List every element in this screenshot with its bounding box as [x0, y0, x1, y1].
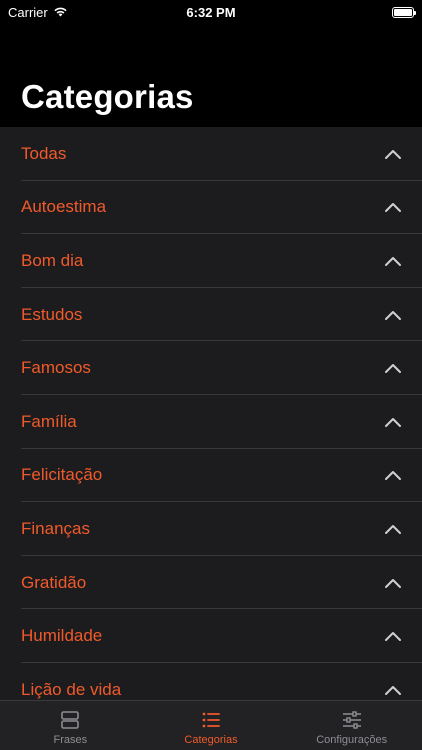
chevron-up-icon	[385, 471, 401, 481]
category-list: Todas Autoestima Bom dia Estudos Famosos…	[0, 127, 422, 700]
category-label: Todas	[21, 143, 67, 163]
category-label: Gratidão	[21, 572, 87, 592]
chevron-up-icon	[385, 256, 401, 266]
chevron-up-icon	[385, 578, 401, 588]
category-row-todas[interactable]: Todas	[0, 127, 422, 181]
chevron-up-icon	[385, 417, 401, 427]
status-time: 6:32 PM	[186, 4, 236, 20]
category-row-gratidao[interactable]: Gratidão	[0, 556, 422, 610]
category-row-licao-de-vida[interactable]: Lição de vida	[0, 663, 422, 700]
category-label: Famosos	[21, 358, 91, 378]
category-row-familia[interactable]: Família	[0, 395, 422, 449]
status-bar: Carrier 6:32 PM	[0, 0, 422, 24]
chevron-up-icon	[385, 685, 401, 695]
tab-categorias[interactable]: Categorias	[141, 701, 282, 750]
category-row-autoestima[interactable]: Autoestima	[0, 181, 422, 235]
category-row-bom-dia[interactable]: Bom dia	[0, 234, 422, 288]
category-label: Lição de vida	[21, 679, 122, 699]
chevron-up-icon	[385, 310, 401, 320]
category-row-humildade[interactable]: Humildade	[0, 609, 422, 663]
battery-icon	[392, 6, 416, 18]
tab-bar: Frases Categorias Configurações	[0, 700, 422, 750]
tab-label: Categorias	[184, 734, 238, 746]
category-label: Autoestima	[21, 197, 107, 217]
category-label: Estudos	[21, 304, 83, 324]
tab-configuracoes[interactable]: Configurações	[281, 701, 422, 750]
category-label: Felicitação	[21, 465, 103, 485]
cards-icon	[61, 711, 80, 729]
tab-label: Configurações	[316, 734, 388, 746]
chevron-up-icon	[385, 632, 401, 642]
tab-label: Frases	[53, 734, 88, 746]
category-label: Humildade	[21, 626, 103, 646]
category-row-financas[interactable]: Finanças	[0, 502, 422, 556]
category-row-famosos[interactable]: Famosos	[0, 341, 422, 395]
list-icon	[202, 712, 220, 728]
chevron-up-icon	[385, 524, 401, 534]
category-row-estudos[interactable]: Estudos	[0, 288, 422, 342]
sliders-icon	[342, 711, 361, 729]
category-label: Família	[21, 411, 77, 431]
category-label: Bom dia	[21, 250, 84, 270]
category-row-felicitacao[interactable]: Felicitação	[0, 449, 422, 503]
chevron-up-icon	[385, 364, 401, 374]
chevron-up-icon	[385, 149, 401, 159]
tab-frases[interactable]: Frases	[0, 701, 141, 750]
page-title: Categorias	[21, 78, 194, 115]
category-label: Finanças	[21, 518, 90, 538]
chevron-up-icon	[385, 203, 401, 213]
